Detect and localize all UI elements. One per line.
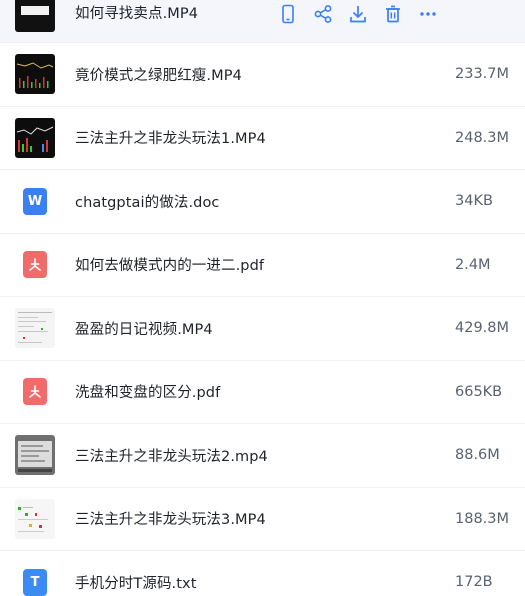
- file-row[interactable]: 如何寻找卖点.MP4: [0, 0, 525, 43]
- file-name: 三法主升之非龙头玩法2.mp4: [75, 448, 268, 465]
- file-size: 2.4M: [455, 256, 491, 273]
- video-thumbnail: [15, 117, 55, 158]
- file-size: 665KB: [455, 383, 503, 400]
- file-name: 如何去做模式内的一进二.pdf: [75, 258, 265, 275]
- file-row[interactable]: T 手机分时T源码.txt 172B: [0, 551, 525, 596]
- video-thumbnail: [15, 498, 55, 539]
- more-icon[interactable]: [416, 2, 440, 26]
- file-name: 手机分时T源码.txt: [75, 575, 197, 592]
- video-thumbnail: [15, 0, 55, 32]
- file-row[interactable]: 竟价模式之绿肥红瘦.MP4 233.7M: [0, 43, 525, 107]
- file-name: 三法主升之非龙头玩法1.MP4: [75, 131, 266, 148]
- phone-icon[interactable]: [276, 2, 300, 26]
- pdf-icon: [23, 251, 47, 279]
- row-actions: [276, 2, 440, 26]
- file-size: 188.3M: [455, 510, 510, 527]
- delete-icon[interactable]: [381, 2, 405, 26]
- file-size: 233.7M: [455, 66, 510, 83]
- text-file-icon: T: [23, 568, 47, 596]
- file-size: 88.6M: [455, 447, 500, 464]
- word-document-icon: W: [23, 187, 47, 215]
- file-row[interactable]: 三法主升之非龙头玩法1.MP4 248.3M: [0, 106, 525, 170]
- file-size: 248.3M: [455, 129, 510, 146]
- file-row[interactable]: W chatgptai的做法.doc 34KB: [0, 170, 525, 234]
- pdf-icon: [23, 378, 47, 406]
- file-name: 竟价模式之绿肥红瘦.MP4: [75, 67, 242, 84]
- file-name: chatgptai的做法.doc: [75, 194, 220, 211]
- file-name: 三法主升之非龙头玩法3.MP4: [75, 512, 266, 529]
- download-icon[interactable]: [346, 2, 370, 26]
- file-list: 如何寻找卖点.MP4 竟价模式之绿肥红瘦.MP4 233.7M 三法主升之非龙头…: [0, 0, 525, 596]
- video-thumbnail: [15, 54, 55, 95]
- file-row[interactable]: 盈盈的日记视频.MP4 429.8M: [0, 297, 525, 361]
- file-size: 429.8M: [455, 320, 510, 337]
- file-name: 如何寻找卖点.MP4: [75, 6, 199, 22]
- file-row[interactable]: 如何去做模式内的一进二.pdf 2.4M: [0, 233, 525, 297]
- video-thumbnail: [15, 435, 55, 476]
- file-name: 盈盈的日记视频.MP4: [75, 321, 213, 338]
- file-row[interactable]: 三法主升之非龙头玩法3.MP4 188.3M: [0, 487, 525, 551]
- share-icon[interactable]: [311, 2, 335, 26]
- file-size: 34KB: [455, 193, 493, 210]
- file-row[interactable]: 三法主升之非龙头玩法2.mp4 88.6M: [0, 424, 525, 488]
- file-size: 172B: [455, 574, 493, 591]
- file-row[interactable]: 洗盘和变盘的区分.pdf 665KB: [0, 360, 525, 424]
- file-name: 洗盘和变盘的区分.pdf: [75, 385, 221, 402]
- video-thumbnail: [15, 308, 55, 349]
